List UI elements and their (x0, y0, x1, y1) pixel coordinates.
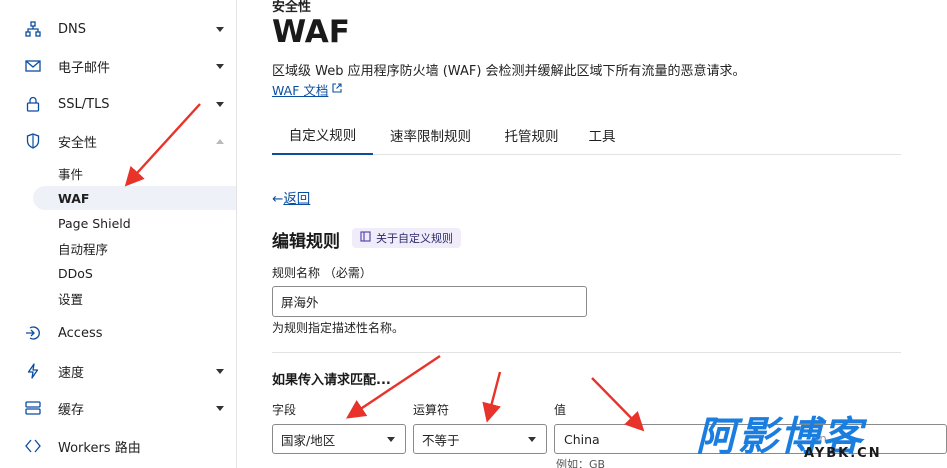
value-label: 值 (554, 403, 567, 417)
section-label: 安全性 (272, 0, 312, 15)
tab-custom-rules[interactable]: 自定义规则 (272, 114, 373, 155)
sidebar-item-label: Workers 路由 (58, 440, 141, 456)
rule-name-input[interactable]: 屏海外 (272, 286, 587, 317)
external-link-icon (332, 83, 342, 96)
chevron-down-icon (216, 26, 224, 32)
sidebar-item-access[interactable]: Access (0, 318, 236, 348)
field-label: 字段 (272, 403, 297, 417)
chevron-down-icon (216, 368, 224, 374)
sidebar-item-workers-routes[interactable]: Workers 路由 (0, 431, 236, 461)
sidebar-item-cache[interactable]: 缓存 (0, 393, 236, 423)
chevron-down-icon (216, 101, 224, 107)
bolt-icon (24, 362, 42, 380)
code-icon (24, 437, 42, 455)
back-link[interactable]: ←返回 (272, 187, 310, 207)
divider (272, 352, 901, 353)
book-icon (360, 231, 371, 245)
tab-rate-limiting[interactable]: 速率限制规则 (373, 114, 488, 155)
operator-label: 运算符 (413, 403, 450, 417)
sidebar-item-label: 缓存 (58, 402, 85, 418)
rule-name-label: 规则名称 （必需） (272, 266, 372, 280)
value-input-value: China (564, 431, 600, 447)
chevron-up-icon (216, 138, 224, 144)
page-description: 区域级 Web 应用程序防火墙 (WAF) 会检测并缓解此区域下所有流量的恶意请… (272, 64, 746, 79)
chevron-down-icon (216, 405, 224, 411)
sidebar-subitem-settings[interactable]: 设置 (0, 286, 236, 310)
tab-tools[interactable]: 工具 (575, 114, 629, 155)
main-content: 安全性 WAF 区域级 Web 应用程序防火墙 (WAF) 会检测并缓解此区域下… (237, 0, 947, 468)
sidebar-item-security[interactable]: 安全性 (0, 126, 236, 156)
sidebar-item-email[interactable]: 电子邮件 (0, 51, 236, 81)
tab-managed-rules[interactable]: 托管规则 (488, 114, 575, 155)
sidebar-subitem-waf[interactable]: WAF (33, 186, 236, 210)
rule-name-hint: 为规则指定描述性名称。 (272, 321, 405, 335)
sidebar: DNS 电子邮件 SSL/TLS 安全性 事件 WAF Page Shield … (0, 0, 237, 468)
sidebar-item-speed[interactable]: 速度 (0, 356, 236, 386)
chevron-down-icon (387, 437, 395, 442)
field-select-value: 国家/地区 (281, 432, 336, 448)
sidebar-item-label: DNS (58, 21, 86, 37)
edit-rule-title: 编辑规则 (272, 232, 340, 252)
about-custom-rules-badge[interactable]: 关于自定义规则 (352, 228, 461, 248)
access-icon (24, 324, 42, 342)
sidebar-item-dns[interactable]: DNS (0, 14, 236, 44)
lock-icon (24, 95, 42, 113)
match-section-title: 如果传入请求匹配... (272, 373, 391, 388)
sidebar-subitem-ddos[interactable]: DDoS (0, 261, 236, 285)
operator-select[interactable]: 不等于 (413, 424, 547, 454)
chevron-down-icon (528, 437, 536, 442)
sidebar-subitem-events[interactable]: 事件 (0, 161, 236, 185)
value-example: 例如：GB (556, 458, 606, 468)
operator-select-value: 不等于 (422, 432, 460, 448)
shield-icon (24, 132, 42, 150)
sidebar-item-label: Access (58, 325, 103, 341)
mail-icon (24, 57, 42, 75)
storage-icon (24, 399, 42, 417)
sidebar-item-ssl[interactable]: SSL/TLS (0, 89, 236, 119)
tab-bar: 自定义规则 速率限制规则 托管规则 工具 (272, 114, 901, 155)
sidebar-subitem-bots[interactable]: 自动程序 (0, 236, 236, 260)
sidebar-item-label: SSL/TLS (58, 96, 110, 112)
field-select[interactable]: 国家/地区 (272, 424, 406, 454)
watermark-logo: 阿影博客 AYBK.CN (696, 404, 947, 468)
watermark-domain: AYBK.CN (804, 446, 882, 461)
page-title: WAF (272, 14, 350, 50)
sidebar-item-label: 速度 (58, 365, 85, 381)
back-label: 返回 (283, 191, 311, 207)
sidebar-subitem-page-shield[interactable]: Page Shield (0, 211, 236, 235)
rule-name-value: 屏海外 (281, 295, 319, 310)
chevron-down-icon (216, 63, 224, 69)
waf-docs-link[interactable]: WAF 文档 (272, 80, 342, 99)
sidebar-item-label: 安全性 (58, 135, 98, 151)
about-badge-label: 关于自定义规则 (376, 232, 453, 245)
network-icon (24, 20, 42, 38)
sidebar-item-label: 电子邮件 (58, 60, 111, 76)
doc-link-label: WAF 文档 (272, 83, 329, 98)
